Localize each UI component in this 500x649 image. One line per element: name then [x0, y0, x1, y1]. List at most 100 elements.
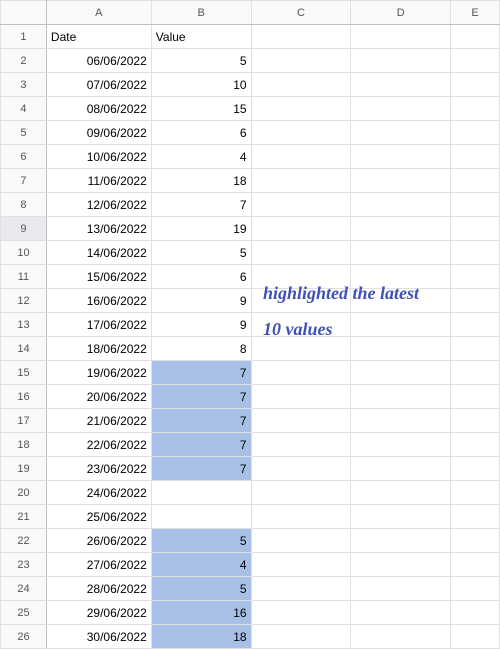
cell-d1[interactable]: [351, 25, 451, 49]
cell-a14[interactable]: 18/06/2022: [46, 337, 151, 361]
cell-a9[interactable]: 13/06/2022: [46, 217, 151, 241]
cell-a8[interactable]: 12/06/2022: [46, 193, 151, 217]
cell-b21[interactable]: [151, 505, 251, 529]
cell-a16[interactable]: 20/06/2022: [46, 385, 151, 409]
row-header-16[interactable]: 16: [1, 385, 47, 409]
cell-e18[interactable]: [451, 433, 500, 457]
cell-d7[interactable]: [351, 169, 451, 193]
cell-a21[interactable]: 25/06/2022: [46, 505, 151, 529]
cell-a12[interactable]: 16/06/2022: [46, 289, 151, 313]
cell-e13[interactable]: [451, 313, 500, 337]
row-header-24[interactable]: 24: [1, 577, 47, 601]
column-header-a[interactable]: A: [46, 1, 151, 25]
cell-b14[interactable]: 8: [151, 337, 251, 361]
cell-c24[interactable]: [251, 577, 351, 601]
cell-c5[interactable]: [251, 121, 351, 145]
cell-c2[interactable]: [251, 49, 351, 73]
cell-d15[interactable]: [351, 361, 451, 385]
row-header-3[interactable]: 3: [1, 73, 47, 97]
row-header-1[interactable]: 1: [1, 25, 47, 49]
cell-e2[interactable]: [451, 49, 500, 73]
row-header-12[interactable]: 12: [1, 289, 47, 313]
cell-c21[interactable]: [251, 505, 351, 529]
cell-a24[interactable]: 28/06/2022: [46, 577, 151, 601]
cell-a23[interactable]: 27/06/2022: [46, 553, 151, 577]
row-header-15[interactable]: 15: [1, 361, 47, 385]
cell-b2[interactable]: 5: [151, 49, 251, 73]
cell-e26[interactable]: [451, 625, 500, 649]
cell-e16[interactable]: [451, 385, 500, 409]
row-header-4[interactable]: 4: [1, 97, 47, 121]
row-header-18[interactable]: 18: [1, 433, 47, 457]
row-header-10[interactable]: 10: [1, 241, 47, 265]
cell-d18[interactable]: [351, 433, 451, 457]
cell-b3[interactable]: 10: [151, 73, 251, 97]
row-header-7[interactable]: 7: [1, 169, 47, 193]
cell-b25[interactable]: 16: [151, 601, 251, 625]
cell-e14[interactable]: [451, 337, 500, 361]
cell-e7[interactable]: [451, 169, 500, 193]
cell-a13[interactable]: 17/06/2022: [46, 313, 151, 337]
cell-a10[interactable]: 14/06/2022: [46, 241, 151, 265]
row-header-26[interactable]: 26: [1, 625, 47, 649]
row-header-2[interactable]: 2: [1, 49, 47, 73]
cell-b8[interactable]: 7: [151, 193, 251, 217]
cell-a5[interactable]: 09/06/2022: [46, 121, 151, 145]
cell-e4[interactable]: [451, 97, 500, 121]
cell-d8[interactable]: [351, 193, 451, 217]
cell-c4[interactable]: [251, 97, 351, 121]
cell-b22[interactable]: 5: [151, 529, 251, 553]
cell-e22[interactable]: [451, 529, 500, 553]
row-header-20[interactable]: 20: [1, 481, 47, 505]
cell-a2[interactable]: 06/06/2022: [46, 49, 151, 73]
cell-e5[interactable]: [451, 121, 500, 145]
cell-a17[interactable]: 21/06/2022: [46, 409, 151, 433]
cell-c7[interactable]: [251, 169, 351, 193]
cell-d23[interactable]: [351, 553, 451, 577]
cell-e24[interactable]: [451, 577, 500, 601]
cell-d24[interactable]: [351, 577, 451, 601]
column-header-b[interactable]: B: [151, 1, 251, 25]
cell-d9[interactable]: [351, 217, 451, 241]
cell-b17[interactable]: 7: [151, 409, 251, 433]
cell-c23[interactable]: [251, 553, 351, 577]
cell-a22[interactable]: 26/06/2022: [46, 529, 151, 553]
cell-e21[interactable]: [451, 505, 500, 529]
cell-a15[interactable]: 19/06/2022: [46, 361, 151, 385]
cell-b4[interactable]: 15: [151, 97, 251, 121]
row-header-13[interactable]: 13: [1, 313, 47, 337]
cell-b13[interactable]: 9: [151, 313, 251, 337]
row-header-9[interactable]: 9: [1, 217, 47, 241]
cell-d26[interactable]: [351, 625, 451, 649]
row-header-23[interactable]: 23: [1, 553, 47, 577]
cell-e19[interactable]: [451, 457, 500, 481]
cell-d25[interactable]: [351, 601, 451, 625]
cell-b26[interactable]: 18: [151, 625, 251, 649]
row-header-17[interactable]: 17: [1, 409, 47, 433]
cell-e25[interactable]: [451, 601, 500, 625]
cell-c20[interactable]: [251, 481, 351, 505]
cell-b16[interactable]: 7: [151, 385, 251, 409]
cell-e10[interactable]: [451, 241, 500, 265]
cell-c17[interactable]: [251, 409, 351, 433]
cell-e15[interactable]: [451, 361, 500, 385]
row-header-6[interactable]: 6: [1, 145, 47, 169]
cell-c18[interactable]: [251, 433, 351, 457]
cell-e23[interactable]: [451, 553, 500, 577]
cell-c25[interactable]: [251, 601, 351, 625]
cell-d21[interactable]: [351, 505, 451, 529]
cell-b11[interactable]: 6: [151, 265, 251, 289]
cell-a4[interactable]: 08/06/2022: [46, 97, 151, 121]
cell-b7[interactable]: 18: [151, 169, 251, 193]
cell-e6[interactable]: [451, 145, 500, 169]
cell-c8[interactable]: [251, 193, 351, 217]
cell-a26[interactable]: 30/06/2022: [46, 625, 151, 649]
cell-b19[interactable]: 7: [151, 457, 251, 481]
cell-a20[interactable]: 24/06/2022: [46, 481, 151, 505]
cell-c3[interactable]: [251, 73, 351, 97]
cell-b12[interactable]: 9: [151, 289, 251, 313]
cell-b1[interactable]: Value: [151, 25, 251, 49]
cell-c26[interactable]: [251, 625, 351, 649]
cell-d6[interactable]: [351, 145, 451, 169]
cell-d3[interactable]: [351, 73, 451, 97]
